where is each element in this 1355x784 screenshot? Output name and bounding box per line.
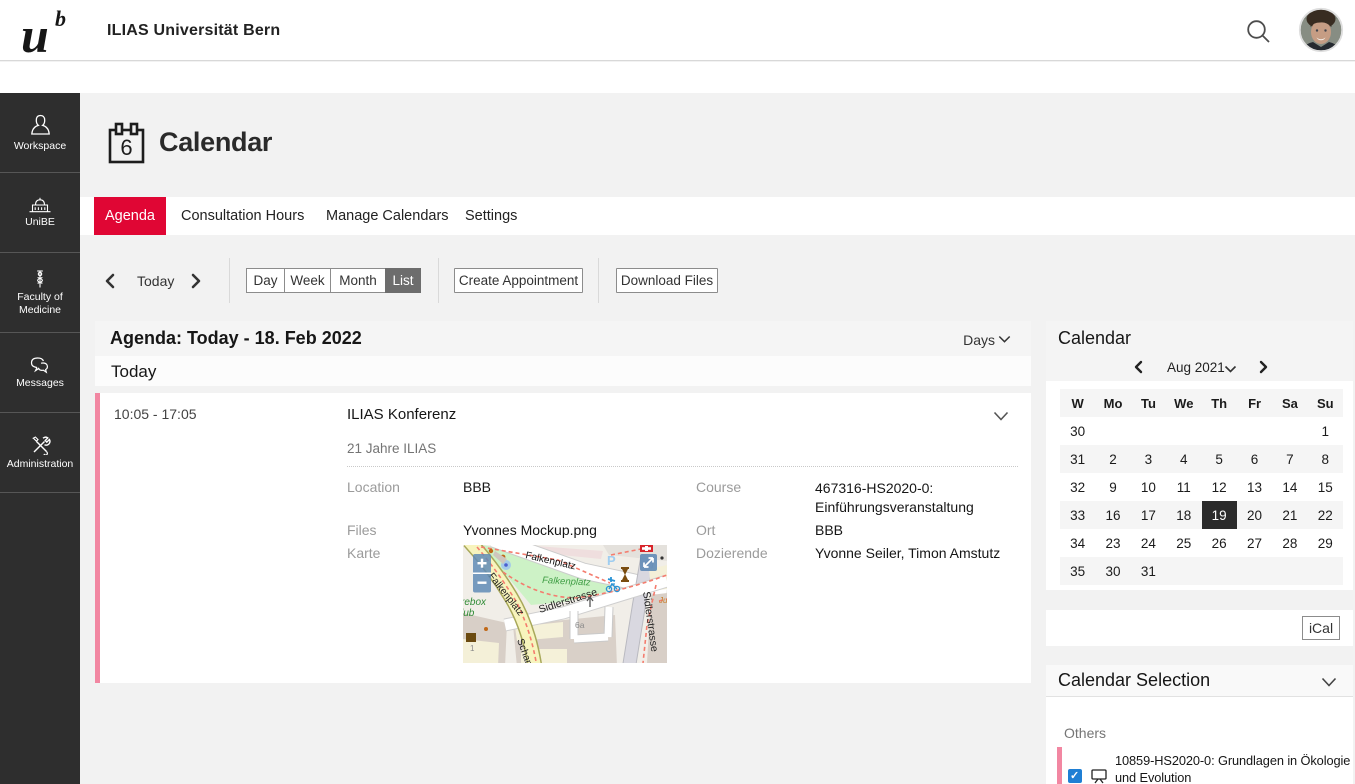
svg-text:Ju: Ju	[658, 596, 667, 605]
svg-text:P: P	[607, 553, 616, 568]
svg-text:6: 6	[120, 135, 132, 160]
svg-text:6a: 6a	[575, 620, 585, 630]
svg-text:rebox: rebox	[463, 597, 487, 608]
svg-text:1: 1	[470, 644, 475, 653]
svg-text:lub: lub	[463, 608, 475, 619]
